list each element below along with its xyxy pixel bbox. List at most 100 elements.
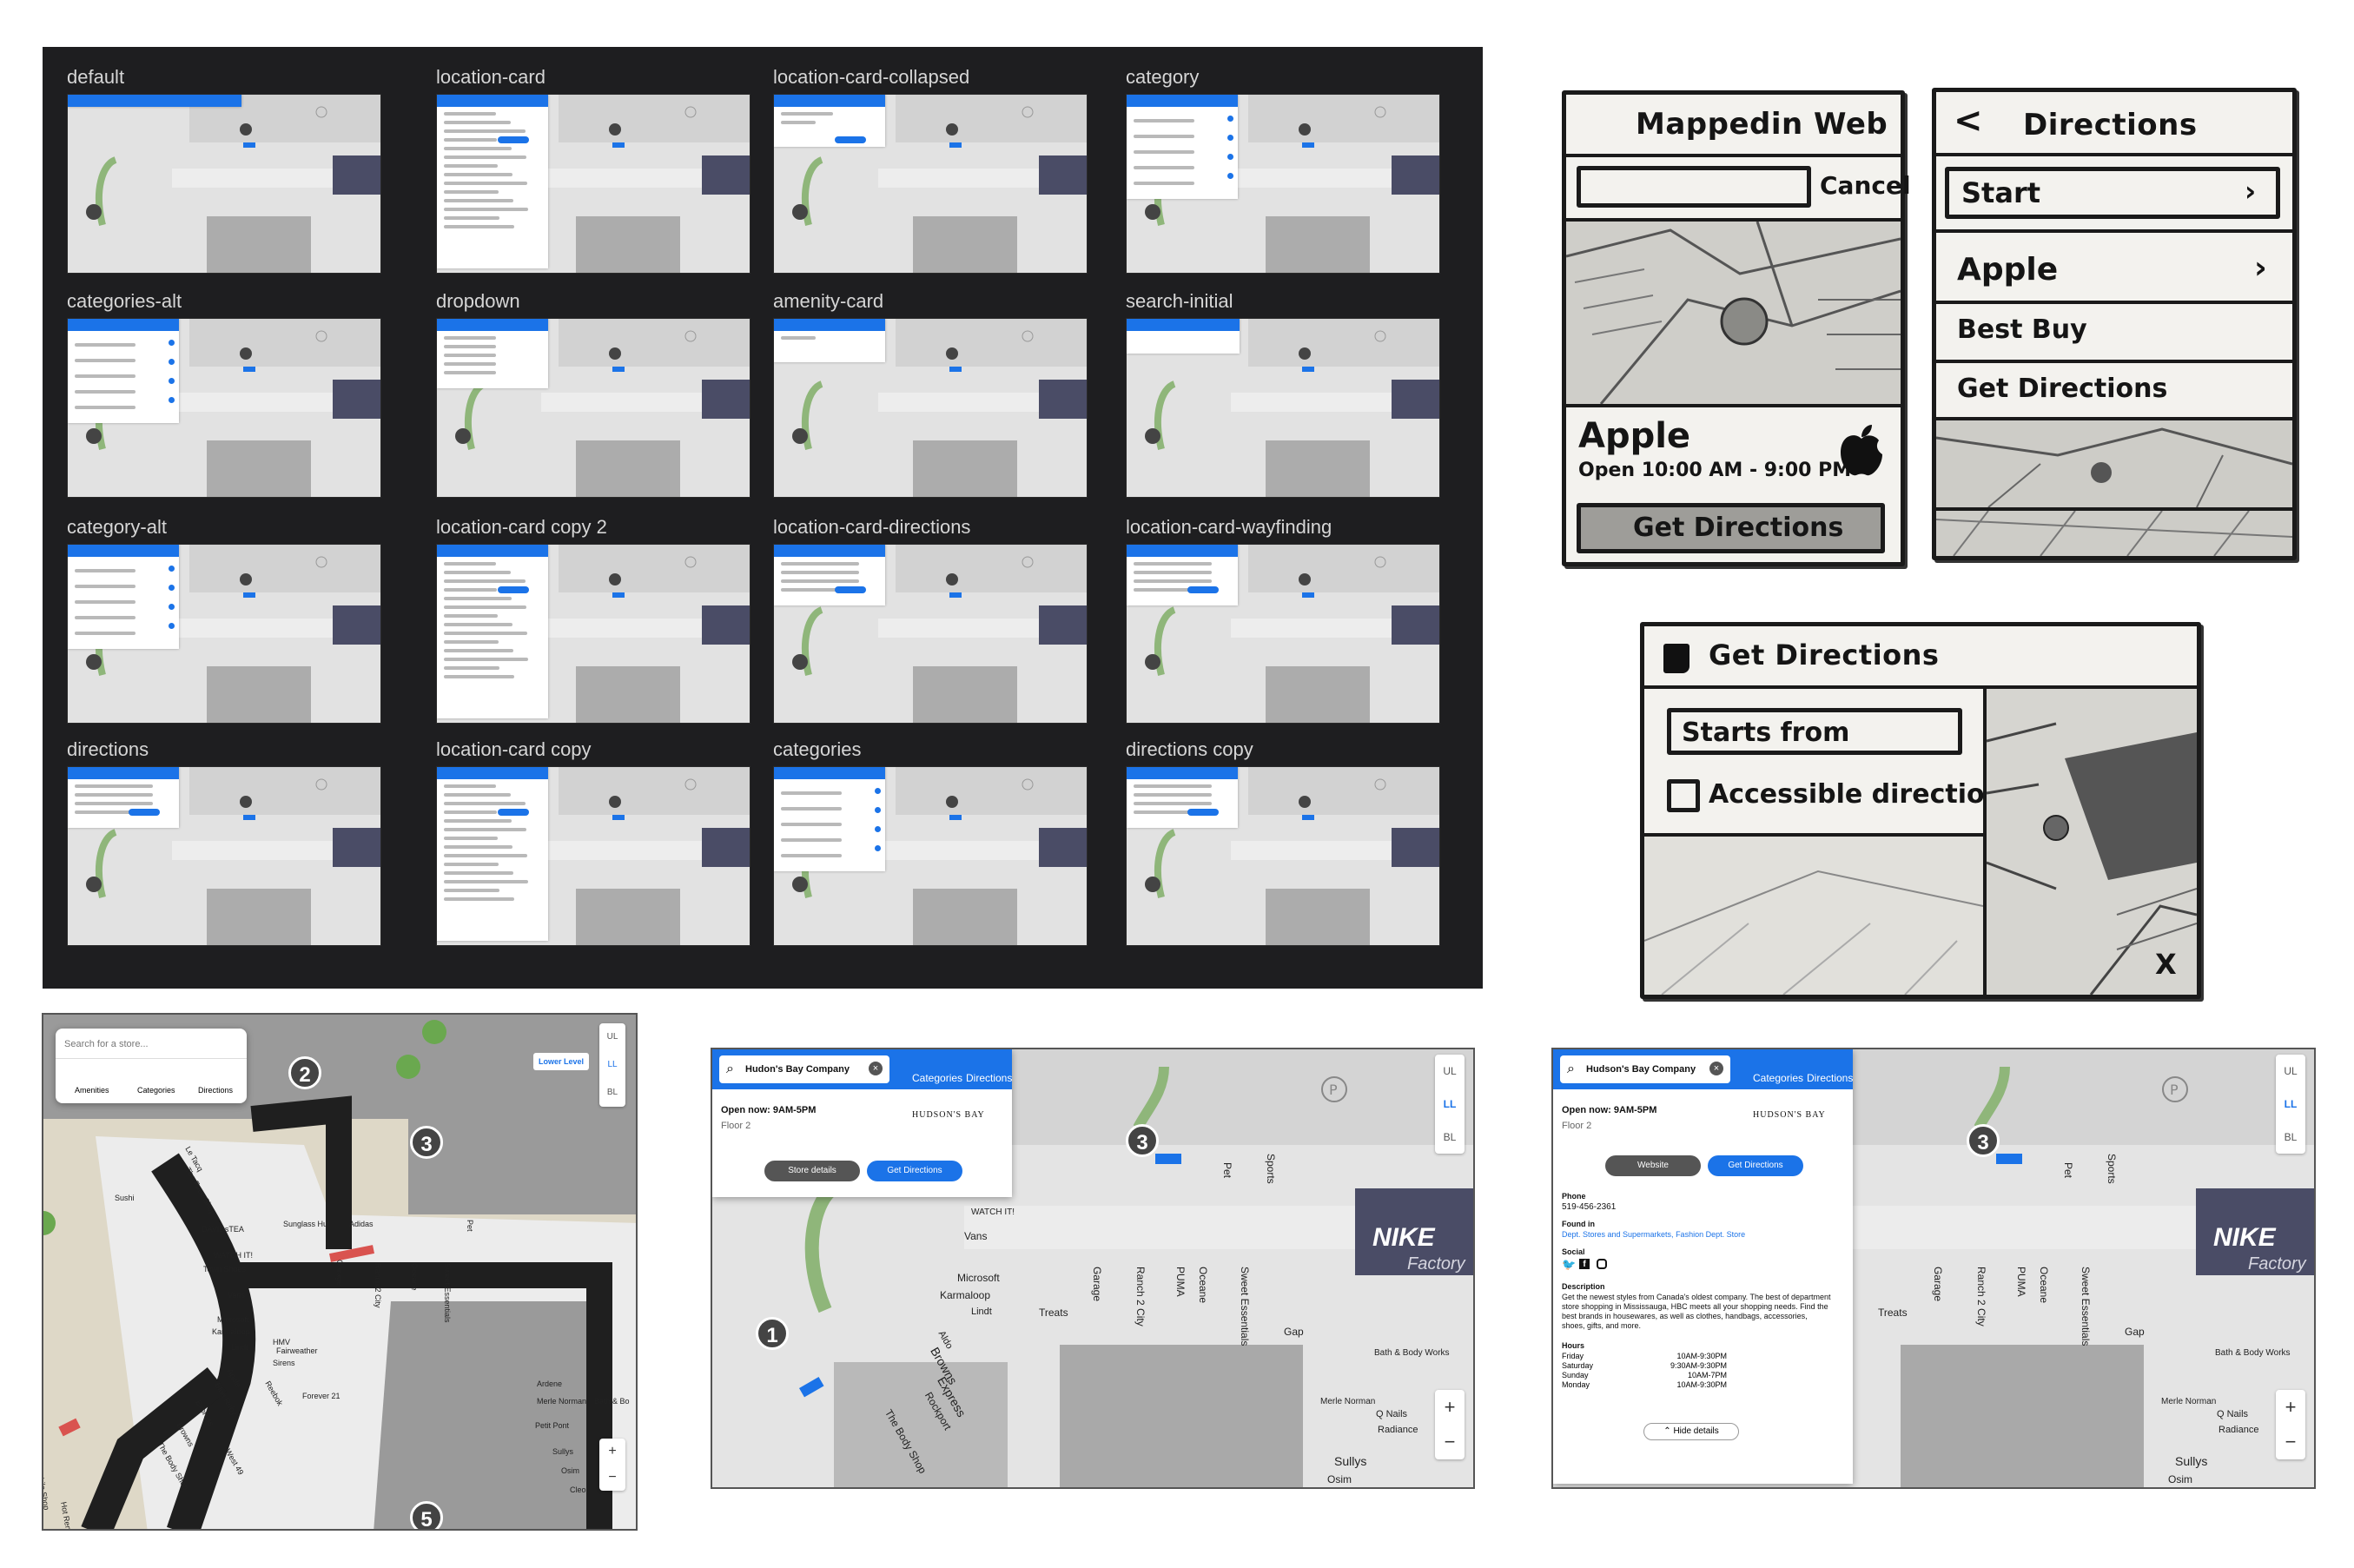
store-label[interactable]: Lindt <box>971 1307 992 1317</box>
sketch-starts-from-field[interactable]: Starts from <box>1667 708 1962 755</box>
level-ll[interactable]: LL <box>1435 1088 1465 1121</box>
level-button[interactable]: Lower Level <box>533 1053 589 1070</box>
store-label[interactable]: Sports <box>2106 1154 2118 1184</box>
instagram-icon[interactable] <box>1597 1259 1607 1269</box>
store-label[interactable]: Lindt <box>231 1343 248 1352</box>
store-label[interactable]: Osim <box>1327 1473 1352 1485</box>
artboard-frame[interactable]: categories <box>773 738 1088 949</box>
store-label[interactable]: Microsoft <box>957 1272 1000 1284</box>
store-label[interactable]: Sullys <box>552 1447 573 1456</box>
artboard-frame[interactable]: directions copy <box>1126 738 1440 949</box>
tab-directions[interactable]: Directions <box>966 1072 1012 1084</box>
store-label[interactable]: Vans <box>964 1230 987 1242</box>
level-ul[interactable]: UL <box>599 1023 625 1051</box>
store-label[interactable]: Sullys <box>1334 1454 1366 1468</box>
search-input[interactable]: Hudson's Bay Company <box>1560 1055 1730 1083</box>
store-label[interactable]: Pet <box>2062 1162 2074 1178</box>
store-label[interactable]: Pet <box>466 1220 474 1232</box>
search-input[interactable]: Hudon's Bay Company <box>719 1055 889 1083</box>
store-label[interactable]: Sweet Essentials <box>443 1263 452 1323</box>
store-label[interactable]: Cleo <box>570 1485 586 1494</box>
tab-categories[interactable]: Categories <box>912 1072 962 1084</box>
store-label[interactable]: Merle Norman <box>2161 1397 2216 1406</box>
store-label[interactable]: Karmaloop <box>212 1327 250 1336</box>
artboard-frame[interactable]: search-initial <box>1126 290 1440 500</box>
list-item[interactable]: Apple <box>1957 252 2058 288</box>
level-bl[interactable]: BL <box>2276 1121 2305 1154</box>
store-label[interactable]: Town Shoes <box>203 1265 246 1274</box>
artboard-frame[interactable]: dropdown <box>436 290 751 500</box>
sketch-start-field[interactable]: Start › <box>1945 167 2280 219</box>
phone-value[interactable]: 519-456-2361 <box>1562 1202 1616 1212</box>
list-item[interactable]: Best Buy <box>1957 314 2087 345</box>
store-label[interactable]: Radiance <box>2218 1425 2258 1435</box>
store-label[interactable]: Bath & Bo <box>594 1397 630 1406</box>
list-item[interactable]: Get Directions <box>1957 374 2167 404</box>
tab-amenities[interactable]: Amenities <box>75 1086 109 1095</box>
waypoint-marker[interactable]: 3 <box>1126 1124 1159 1157</box>
store-label[interactable]: Garage <box>1091 1267 1103 1301</box>
store-label[interactable]: Sweet Essentials <box>1239 1267 1251 1346</box>
store-label[interactable]: Radiance <box>1378 1425 1418 1435</box>
waypoint-marker[interactable]: 3 <box>1967 1124 2000 1157</box>
store-label[interactable]: Ranch 2 City <box>1134 1267 1147 1327</box>
store-label[interactable]: Adidas <box>349 1220 374 1228</box>
store-label[interactable]: Ardene <box>537 1379 562 1388</box>
store-label[interactable]: Sports <box>1265 1154 1277 1184</box>
artboard-frame[interactable]: category-alt <box>67 516 381 726</box>
artboard-frame[interactable]: location-card <box>436 66 751 276</box>
store-label[interactable]: Garage <box>1932 1267 1944 1301</box>
back-icon[interactable]: < <box>1954 101 1983 141</box>
store-label[interactable]: Osim <box>561 1466 579 1475</box>
artboard-frame[interactable]: location-card-collapsed <box>773 66 1088 276</box>
level-ll[interactable]: LL <box>599 1051 625 1079</box>
artboard-frame[interactable]: directions <box>67 738 381 949</box>
artboard-frame[interactable]: location-card copy <box>436 738 751 949</box>
waypoint-marker[interactable]: 5 <box>410 1501 443 1529</box>
store-label[interactable]: Gap <box>2125 1326 2145 1338</box>
store-label[interactable]: Merle Norman <box>537 1397 586 1406</box>
store-label[interactable]: Treats <box>1039 1307 1068 1319</box>
store-label[interactable]: PUMA <box>1174 1267 1187 1297</box>
store-label[interactable]: Oceane <box>1197 1267 1209 1303</box>
tab-categories[interactable]: Categories <box>137 1086 175 1095</box>
artboard-frame[interactable]: amenity-card <box>773 290 1088 500</box>
artboard-frame[interactable]: location-card copy 2 <box>436 516 751 726</box>
found-in-links[interactable]: Dept. Stores and Supermarkets, Fashion D… <box>1562 1230 1745 1239</box>
store-label[interactable]: Sweet Essentials <box>2080 1267 2092 1346</box>
store-label[interactable]: Sirens <box>273 1359 295 1367</box>
store-label[interactable]: DAVIDsTEA <box>202 1225 244 1234</box>
sketch-search-box[interactable] <box>1577 166 1811 208</box>
store-label[interactable]: Karmaloop <box>940 1289 990 1301</box>
store-label[interactable]: Sunglass Hut <box>283 1220 330 1228</box>
waypoint-marker[interactable]: 1 <box>756 1317 789 1350</box>
zoom-in-button[interactable]: + <box>2276 1390 2305 1425</box>
store-label[interactable]: Sullys <box>2175 1454 2207 1468</box>
store-label[interactable]: Microsoft <box>217 1315 249 1324</box>
facebook-icon[interactable]: f <box>1579 1259 1590 1269</box>
level-ul[interactable]: UL <box>2276 1055 2305 1088</box>
store-label[interactable]: Pet <box>1221 1162 1233 1178</box>
store-label[interactable]: Merle Norman <box>1320 1397 1375 1406</box>
store-label[interactable]: Petit Pont <box>535 1421 569 1430</box>
store-label[interactable]: Treats <box>1878 1307 1908 1319</box>
artboard-frame[interactable]: category <box>1126 66 1440 276</box>
store-label[interactable]: Osim <box>2168 1473 2192 1485</box>
waypoint-marker[interactable]: 2 <box>288 1056 321 1089</box>
tab-directions[interactable]: Directions <box>198 1086 233 1095</box>
waypoint-marker[interactable]: 3 <box>410 1126 443 1159</box>
store-label[interactable]: Bath & Body Works <box>2215 1348 2291 1358</box>
store-label[interactable]: Garage <box>335 1260 344 1286</box>
store-label[interactable]: Gap <box>1284 1326 1304 1338</box>
zoom-in-button[interactable]: + <box>1435 1390 1465 1425</box>
store-label[interactable]: Q Nails <box>2217 1409 2248 1419</box>
store-label[interactable]: Ranch 2 City <box>1975 1267 1987 1327</box>
zoom-in-button[interactable]: + <box>599 1439 625 1465</box>
store-label[interactable]: Oceane <box>2038 1267 2050 1303</box>
search-input[interactable]: Search for a store... <box>64 1039 149 1049</box>
store-label[interactable]: Oceane <box>410 1263 419 1291</box>
zoom-out-button[interactable]: − <box>599 1465 625 1491</box>
tab-categories[interactable]: Categories <box>1753 1072 1803 1084</box>
level-bl[interactable]: BL <box>1435 1121 1465 1154</box>
level-ll[interactable]: LL <box>2276 1088 2305 1121</box>
